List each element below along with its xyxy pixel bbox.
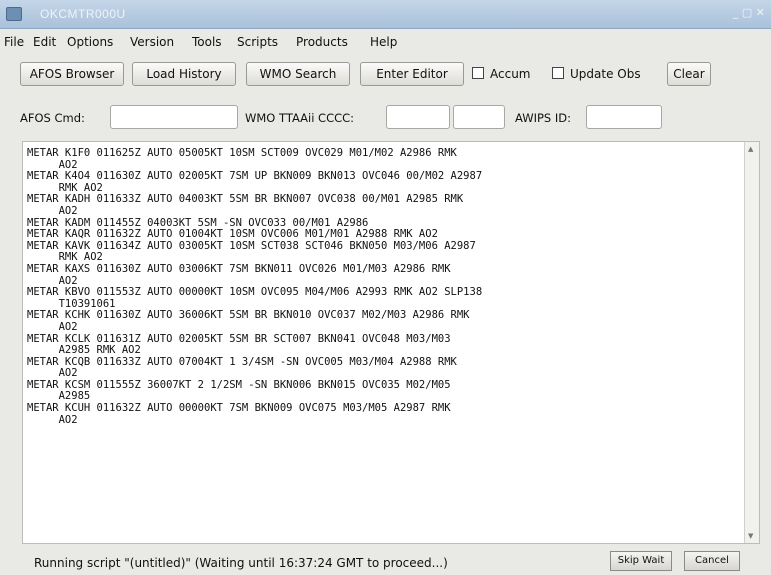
scroll-up-arrow-icon[interactable]: ▲ [748,145,753,153]
update-obs-label: Update Obs [570,67,641,81]
accum-checkbox[interactable]: Accum [472,64,531,84]
menu-options[interactable]: Options [67,35,113,49]
menu-scripts[interactable]: Scripts [237,35,278,49]
afos-cmd-input[interactable] [110,105,238,129]
load-history-button[interactable]: Load History [132,62,236,86]
menu-file[interactable]: File [4,35,24,49]
vertical-scrollbar[interactable]: ▲ ▼ [744,142,759,543]
skip-wait-button[interactable]: Skip Wait [610,551,672,571]
wmo-ttaaii-input[interactable] [386,105,450,129]
menu-help[interactable]: Help [370,35,397,49]
awips-id-input[interactable] [586,105,662,129]
clear-button[interactable]: Clear [667,62,711,86]
afos-browser-button[interactable]: AFOS Browser [20,62,124,86]
menu-products[interactable]: Products [296,35,348,49]
wmo-cccc-input[interactable] [453,105,505,129]
title-bar[interactable]: OKCMTR000U _ ▢ ✕ [0,0,771,29]
cancel-button[interactable]: Cancel [684,551,740,571]
window-title: OKCMTR000U [40,7,126,21]
awips-id-label: AWIPS ID: [515,111,572,125]
update-obs-checkbox-box[interactable] [552,67,564,79]
status-text: Running script "(untitled)" (Waiting unt… [34,556,448,570]
report-text-area[interactable]: METAR K1F0 011625Z AUTO 05005KT 10SM SCT… [22,141,760,544]
window-icon [6,7,22,21]
menu-bar: File Edit Options Version Tools Scripts … [0,34,771,54]
afos-cmd-label: AFOS Cmd: [20,111,85,125]
enter-editor-button[interactable]: Enter Editor [360,62,464,86]
wmo-search-button[interactable]: WMO Search [246,62,350,86]
accum-checkbox-box[interactable] [472,67,484,79]
metar-reports-text[interactable]: METAR K1F0 011625Z AUTO 05005KT 10SM SCT… [27,148,741,539]
menu-version[interactable]: Version [130,35,174,49]
accum-label: Accum [490,67,531,81]
wmo-ttaaii-cccc-label: WMO TTAAii CCCC: [245,111,355,125]
update-obs-checkbox[interactable]: Update Obs [552,64,641,84]
menu-tools[interactable]: Tools [192,35,222,49]
menu-edit[interactable]: Edit [33,35,56,49]
window-controls[interactable]: _ ▢ ✕ [733,6,765,19]
scroll-down-arrow-icon[interactable]: ▼ [748,532,753,540]
